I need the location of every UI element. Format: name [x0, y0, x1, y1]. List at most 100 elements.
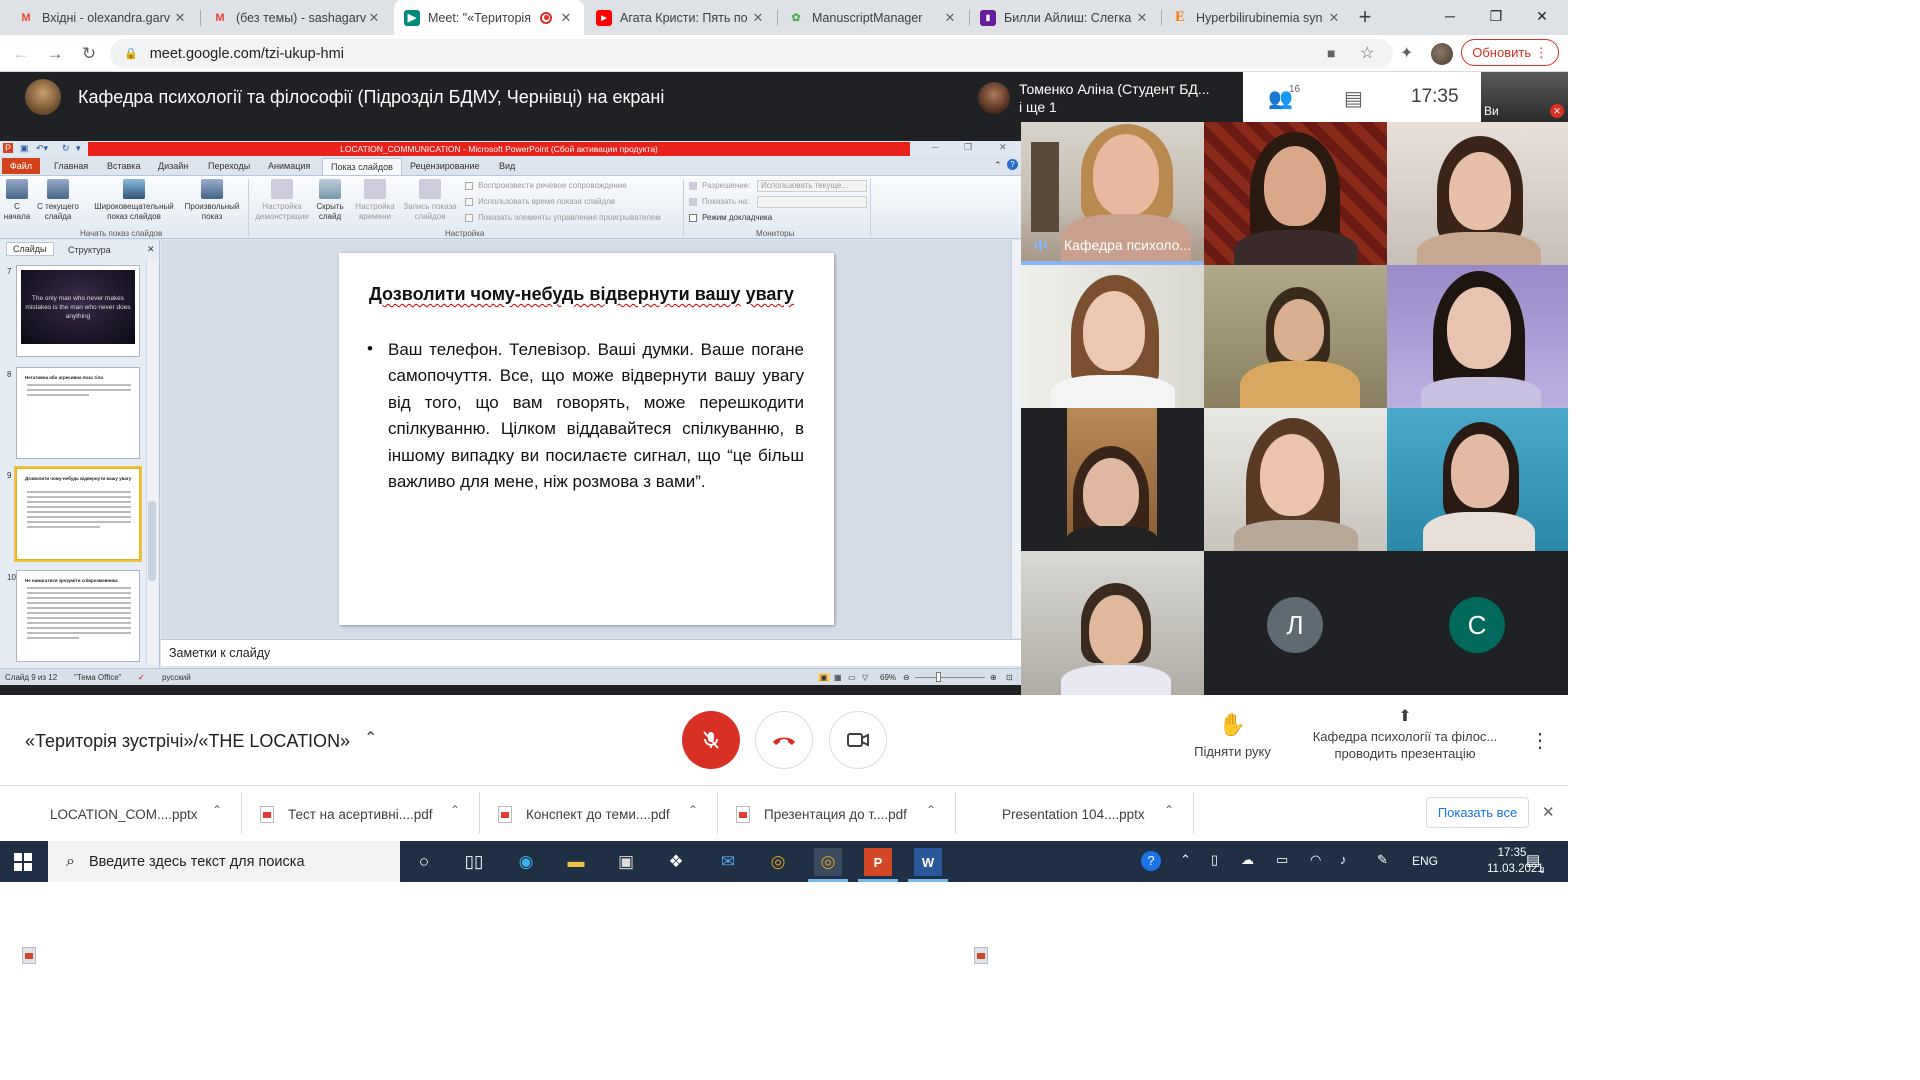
custom-show-button[interactable]: Произвольный показ: [180, 179, 244, 221]
resolution-select[interactable]: Использовать текуще...: [757, 180, 867, 192]
participant-tile[interactable]: [1387, 408, 1568, 551]
slide-thumbnail-7[interactable]: The only man who never makes mistakes is…: [16, 265, 140, 357]
rehearse-timings-button[interactable]: Настройка времени: [352, 179, 398, 221]
tray-overflow-icon[interactable]: ⌃: [1180, 852, 1191, 868]
update-chrome-button[interactable]: Обновить ⋮: [1461, 39, 1559, 66]
normal-view-icon[interactable]: ▣: [818, 673, 830, 682]
ppt-file-tab[interactable]: Файл: [2, 158, 40, 174]
powerpoint-icon[interactable]: P: [864, 848, 892, 876]
download-item-3[interactable]: Конспект до теми....pdf ⌃: [498, 800, 708, 828]
slide-thumbnail-9-selected[interactable]: Дозволити чому-небудь відвернути вашу ув…: [14, 466, 142, 562]
ppt-tab-view[interactable]: Вид: [499, 161, 515, 171]
browser-tab-3-active[interactable]: ▶ Meet: "«Територія ✕: [394, 0, 584, 35]
zoom-slider-knob[interactable]: [936, 672, 941, 682]
slide-thumbnail-8[interactable]: Негативна або агресивна поза тіла: [16, 367, 140, 459]
camera-toggle-button[interactable]: [829, 711, 887, 769]
from-current-button[interactable]: С текущего слайда: [34, 179, 82, 221]
zoom-in-icon[interactable]: ⊕: [990, 673, 997, 682]
close-tab-icon[interactable]: ✕: [942, 10, 958, 26]
close-downloads-icon[interactable]: ✕: [1542, 803, 1555, 821]
address-bar[interactable]: 🔒 meet.google.com/tzi-ukup-hmi: [110, 39, 1393, 68]
mic-toggle-button[interactable]: [682, 711, 740, 769]
file-explorer-icon[interactable]: ▬: [562, 848, 590, 876]
participant-tile[interactable]: [1387, 122, 1568, 265]
close-tab-icon[interactable]: ✕: [750, 10, 766, 26]
show-on-select[interactable]: [757, 196, 867, 208]
close-tab-icon[interactable]: ✕: [558, 10, 574, 26]
maximize-window-button[interactable]: ❐: [1473, 0, 1519, 35]
browser-tab-5[interactable]: ✿ ManuscriptManager ✕: [778, 0, 968, 35]
ppt-tab-animations[interactable]: Анимация: [268, 161, 310, 171]
ppt-tab-review[interactable]: Рецензирование: [410, 161, 480, 171]
ppt-tab-home[interactable]: Главная: [54, 161, 88, 171]
download-item-2[interactable]: Тест на асертивні....pdf ⌃: [260, 800, 470, 828]
media-controls-checkbox[interactable]: Показать элементы управления проигрывате…: [465, 213, 661, 222]
minimize-window-button[interactable]: ─: [1427, 0, 1473, 35]
leave-call-button[interactable]: [755, 711, 813, 769]
language-indicator[interactable]: ENG: [1412, 854, 1438, 868]
extensions-icon[interactable]: ✦: [1400, 43, 1413, 63]
timings-checkbox[interactable]: Использовать время показа слайдов: [465, 197, 615, 206]
chrome-icon[interactable]: ◎: [764, 848, 792, 876]
slide-notes[interactable]: Заметки к слайду: [161, 639, 1021, 666]
raise-hand-button[interactable]: ✋ Підняти руку: [1190, 712, 1275, 759]
participant-tile[interactable]: [1204, 265, 1387, 408]
forward-button[interactable]: →: [42, 41, 68, 67]
chrome-active-icon[interactable]: ◎: [814, 848, 842, 876]
windows-start-icon[interactable]: [14, 853, 32, 871]
current-slide[interactable]: Дозволити чому-небудь відвернути вашу ув…: [339, 253, 834, 625]
participant-tile[interactable]: [1204, 408, 1387, 551]
record-show-button[interactable]: Запись показа слайдов: [400, 179, 460, 221]
setup-show-button[interactable]: Настройка демонстрации: [252, 179, 312, 221]
battery-icon[interactable]: ▭: [1276, 852, 1288, 868]
slideshow-view-icon[interactable]: ▽: [862, 673, 868, 682]
task-view-icon[interactable]: ▯▯: [460, 848, 488, 876]
close-tab-icon[interactable]: ✕: [366, 10, 382, 26]
chat-icon[interactable]: ▤: [1344, 86, 1363, 111]
edge-icon[interactable]: ◉: [512, 848, 540, 876]
panel-scroll-thumb[interactable]: [148, 501, 156, 581]
camera-in-use-icon[interactable]: ■: [1327, 45, 1335, 61]
browser-tab-6[interactable]: ▮ Билли Айлиш: Слегка ✕: [970, 0, 1160, 35]
participant-tile[interactable]: [1021, 551, 1204, 695]
spellcheck-icon[interactable]: ✓: [138, 673, 145, 682]
chevron-up-icon[interactable]: ⌃: [926, 803, 936, 817]
back-button[interactable]: ←: [8, 41, 34, 67]
onedrive-icon[interactable]: ☁: [1241, 852, 1254, 868]
download-item-4[interactable]: Презентация до т....pdf ⌃: [736, 800, 946, 828]
presenter-view-checkbox[interactable]: Режим докладчика: [689, 213, 772, 222]
meeting-name[interactable]: «Територія зустрічі»/«THE LOCATION»: [25, 731, 350, 752]
reading-view-icon[interactable]: ▭: [848, 673, 856, 682]
status-language[interactable]: русский: [162, 673, 191, 682]
redo-icon[interactable]: ↻: [62, 143, 70, 154]
reload-button[interactable]: ↻: [76, 41, 102, 67]
participant-tile[interactable]: [1021, 408, 1204, 551]
panel-close-icon[interactable]: ✕: [147, 244, 155, 255]
more-options-icon[interactable]: ⋮: [1530, 728, 1550, 753]
close-tab-icon[interactable]: ✕: [1326, 10, 1342, 26]
profile-avatar[interactable]: [1431, 43, 1453, 65]
slide-vertical-scrollbar[interactable]: [1011, 240, 1021, 638]
panel-tab-slides[interactable]: Слайды: [6, 242, 54, 256]
ppt-tab-transitions[interactable]: Переходы: [208, 161, 250, 171]
pen-icon[interactable]: ✎: [1377, 852, 1388, 868]
fit-slide-icon[interactable]: ⊡: [1006, 673, 1013, 682]
ppt-close-icon[interactable]: ✕: [999, 142, 1007, 153]
zoom-out-icon[interactable]: ⊖: [903, 673, 910, 682]
broadcast-button[interactable]: Широковещательный показ слайдов: [88, 179, 180, 221]
download-item-5[interactable]: Presentation 104....pptx ⌃: [974, 800, 1184, 964]
word-icon[interactable]: W: [914, 848, 942, 876]
save-icon[interactable]: ▣: [20, 143, 29, 154]
bookmark-star-icon[interactable]: ☆: [1360, 43, 1374, 63]
ppt-tab-insert[interactable]: Вставка: [107, 161, 140, 171]
slide-thumbnail-10[interactable]: Не намагатися зрозуміти співрозмовника: [16, 570, 140, 662]
browser-tab-2[interactable]: M (без темы) - sashagarv ✕: [202, 0, 392, 35]
slide-title[interactable]: Дозволити чому-небудь відвернути вашу ув…: [369, 281, 799, 307]
cortana-icon[interactable]: ○: [410, 848, 438, 876]
show-all-downloads-button[interactable]: Показать все: [1426, 797, 1529, 828]
customize-qat-icon[interactable]: ▾: [76, 143, 81, 154]
participant-tile[interactable]: [1204, 122, 1387, 265]
sorter-view-icon[interactable]: ▦: [834, 673, 842, 682]
volume-icon[interactable]: ♪: [1340, 852, 1347, 867]
chevron-up-icon[interactable]: ⌃: [1164, 803, 1174, 817]
